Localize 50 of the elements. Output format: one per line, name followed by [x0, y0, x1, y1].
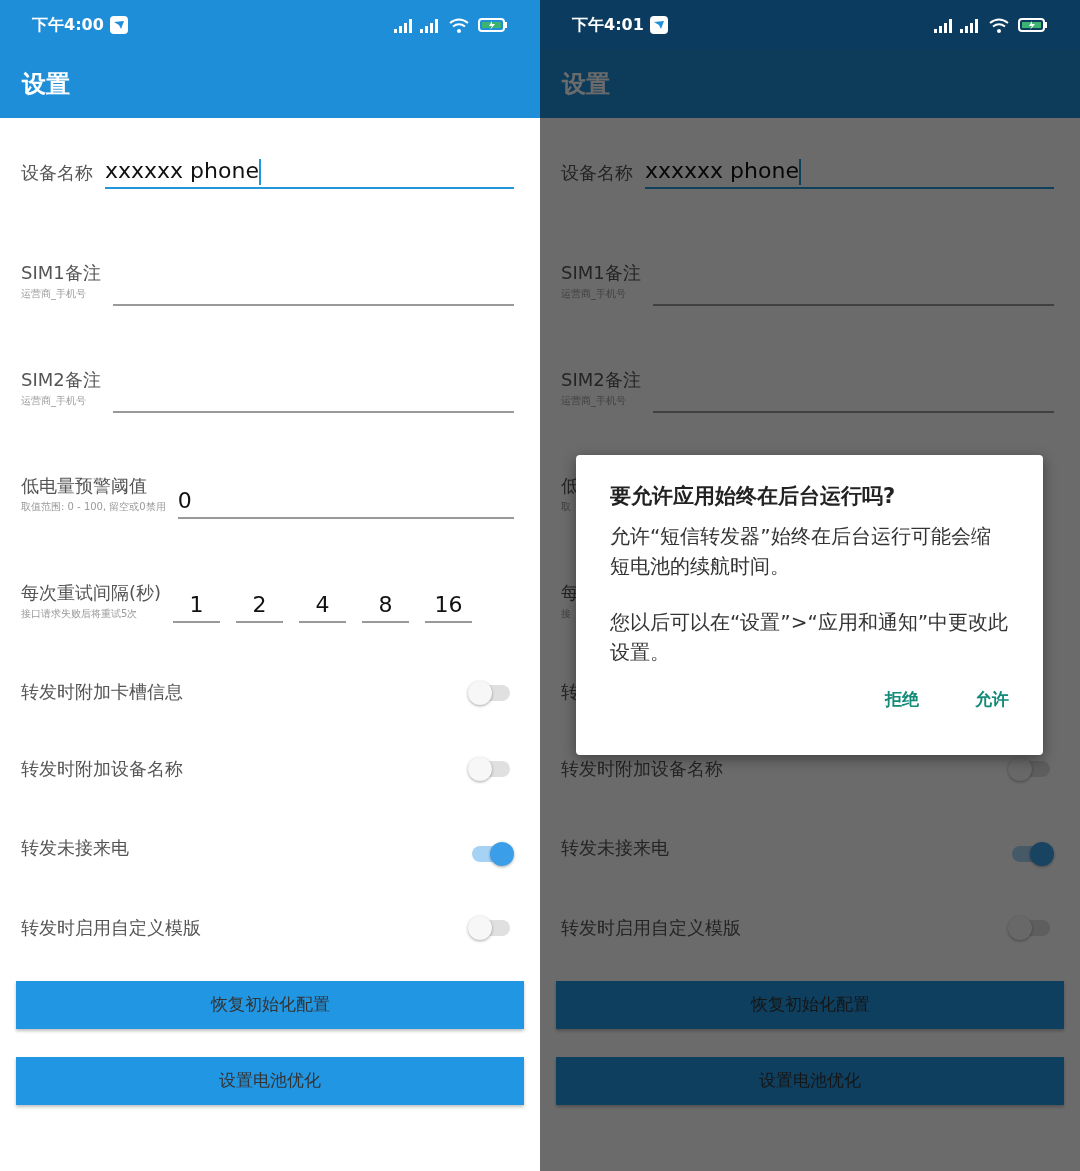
dialog-message: 允许“短信转发器”始终在后台运行可能会缩短电池的续航时间。	[610, 522, 992, 580]
dialog-title: 要允许应用始终在后台运行吗?	[610, 483, 897, 510]
signal-icon	[418, 16, 440, 34]
app-notification-icon	[109, 16, 128, 34]
field-label: SIM1备注	[561, 260, 641, 285]
text-field[interactable]: 1	[173, 589, 221, 623]
wifi-icon	[988, 16, 1010, 34]
field-hint: 接口请求失败后将重试5次	[21, 607, 139, 621]
field-hint: 运营商_手机号	[21, 393, 87, 408]
text-field[interactable]: 8	[362, 589, 410, 623]
field-label: 低电量预警阈值	[21, 473, 148, 498]
field-hint: 运营商_手机号	[21, 286, 87, 301]
field-label: 每	[561, 581, 579, 605]
field-label: 转发时启用自定义模版	[561, 915, 741, 940]
signal-icon	[932, 16, 954, 34]
text-field[interactable]: 16	[425, 589, 473, 623]
field-label: 转发时附加卡槽信息	[21, 680, 183, 704]
field-label: 转发时附加设备名称	[561, 756, 723, 781]
text-field[interactable]: xxxxxx phone	[105, 155, 514, 189]
text-field[interactable]: xxxxxx phone	[645, 155, 1054, 189]
dialog-button[interactable]: 拒绝	[879, 682, 925, 716]
page-title: 设置	[562, 69, 610, 100]
field-label: SIM2备注	[21, 367, 101, 392]
field-label: 转发未接来电	[561, 835, 669, 860]
signal-icon	[392, 16, 414, 34]
field-hint: 取值范围: 0 - 100, 留空或0禁用	[21, 499, 166, 514]
field-label: 转发未接来电	[21, 835, 129, 860]
dialog-message: 您以后可以在“设置”>“应用和通知”中更改此设置。	[610, 608, 1009, 666]
field-label: SIM1备注	[21, 260, 101, 285]
page-title: 设置	[22, 69, 70, 100]
text-field[interactable]: 0	[177, 484, 514, 519]
status-time: 下午4:00	[32, 14, 104, 36]
signal-icon	[958, 16, 980, 34]
battery-icon	[478, 17, 508, 33]
dialog-button[interactable]: 允许	[969, 682, 1015, 716]
field-label: 转发时附加设备名称	[21, 756, 183, 781]
battery-icon	[1018, 17, 1048, 33]
wifi-icon	[448, 16, 470, 34]
field-label: 设备名称	[561, 160, 633, 185]
action-button[interactable]: 恢复初始化配置	[16, 981, 524, 1029]
field-label: SIM2备注	[561, 367, 641, 392]
field-label: 转发时启用自定义模版	[21, 915, 201, 940]
text-field[interactable]: 2	[236, 589, 284, 623]
field-label: 设备名称	[21, 160, 93, 185]
field-label: 转	[561, 680, 579, 704]
app-notification-icon	[649, 16, 668, 34]
text-field[interactable]: 4	[299, 589, 347, 623]
status-time: 下午4:01	[572, 14, 644, 36]
action-button[interactable]: 设置电池优化	[16, 1057, 524, 1105]
field-label: 每次重试间隔(秒)	[21, 581, 162, 605]
